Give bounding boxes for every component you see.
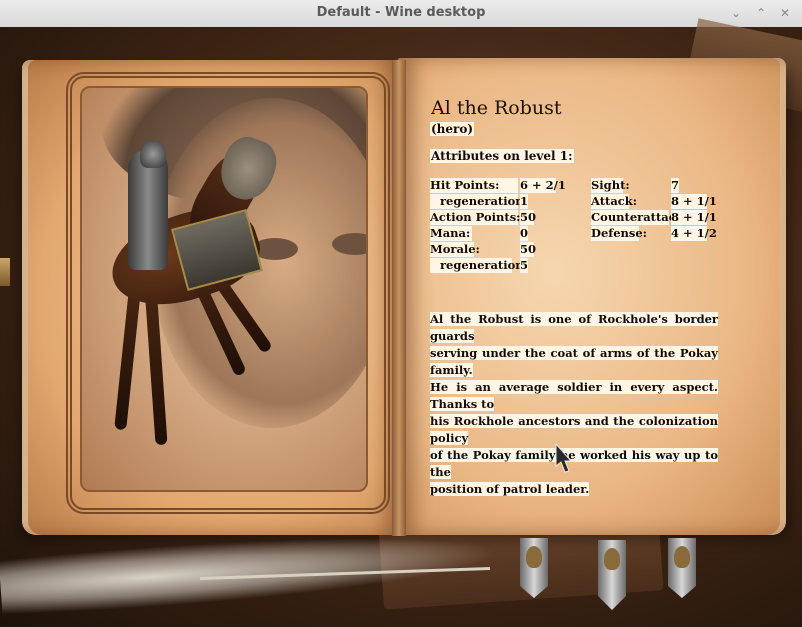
description-line: He is an average soldier in every aspect… [430, 380, 718, 411]
maximize-icon[interactable]: ⌃ [753, 5, 769, 21]
description-line: position of patrol leader. [430, 482, 590, 496]
hero-class: (hero) [430, 122, 475, 136]
stat-value: 4 + 1/2 [671, 226, 717, 241]
stat-value: 50 [520, 242, 537, 257]
stat-value: 6 + 2/1 [520, 178, 566, 193]
stat-value: 8 + 1/1 [671, 210, 717, 225]
stat-label: Defense: [591, 226, 647, 241]
window-titlebar: Default - Wine desktop ⌄ ⌃ ✕ [0, 0, 802, 28]
stat-label: Attack: [591, 194, 638, 209]
hero-name: Al the Robust [431, 97, 562, 119]
arrow-cursor-icon [555, 443, 573, 473]
stat-label: regeneration [430, 194, 524, 209]
tab-emblem-icon [604, 548, 620, 570]
window-title: Default - Wine desktop [316, 5, 486, 20]
close-icon[interactable]: ✕ [777, 5, 793, 21]
stat-value: 8 + 1/1 [671, 194, 717, 209]
book-clasp [0, 258, 10, 286]
tab-emblem-icon [674, 546, 690, 568]
bookmark-tab-icon[interactable] [598, 540, 626, 610]
knight-helmet [140, 140, 166, 168]
stat-label: Mana: [430, 226, 472, 241]
stat-value: 5 [520, 258, 529, 273]
stat-label: Counterattack: [591, 210, 688, 225]
stat-value: 0 [520, 226, 529, 241]
bookmark-tab-icon[interactable] [520, 538, 548, 598]
attributes-title: Attributes on level 1: [430, 149, 574, 163]
book-spine [392, 60, 406, 536]
stat-label: Action Points: [430, 210, 521, 225]
bookmark-tab-icon[interactable] [668, 538, 696, 598]
description-line: Al the Robust is one of Rockhole's borde… [430, 312, 718, 343]
description-line: serving under the coat of arms of the Po… [430, 346, 718, 377]
stat-label: Hit Points: [430, 178, 518, 193]
minimize-icon[interactable]: ⌄ [728, 5, 744, 21]
description-line: his Rockhole ancestors and the colonizat… [430, 414, 718, 445]
tab-emblem-icon [526, 546, 542, 568]
stat-value: 7 [671, 178, 680, 193]
stat-label: regeneration [430, 258, 524, 273]
knight-figure [128, 150, 168, 270]
stat-label: Morale: [430, 242, 480, 257]
stat-label: Sight: [591, 178, 630, 193]
stat-value: 1 [520, 194, 529, 209]
stat-value: 50 [520, 210, 537, 225]
